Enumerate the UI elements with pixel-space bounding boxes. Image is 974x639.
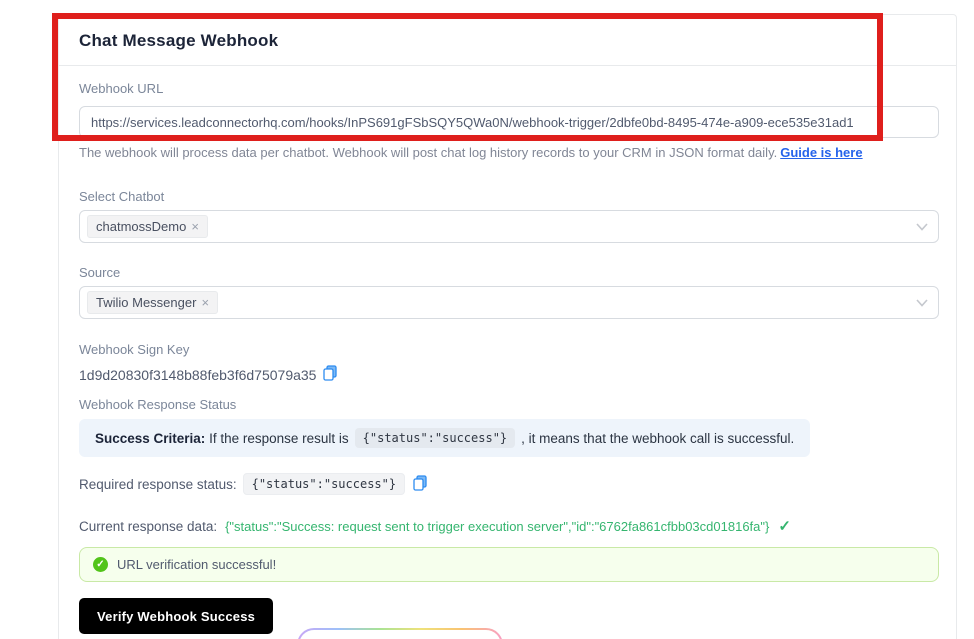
chevron-down-icon: [916, 294, 928, 312]
rainbow-border-element[interactable]: [297, 628, 503, 639]
required-status-code-chip: {"status":"success"}: [242, 473, 406, 495]
source-tag-label: Twilio Messenger: [96, 295, 197, 310]
chatbot-tag: chatmossDemo ×: [87, 215, 208, 238]
remove-chatbot-tag-icon[interactable]: ×: [191, 220, 199, 233]
criteria-code-chip: {"status":"success"}: [354, 428, 516, 448]
chatbot-tag-label: chatmossDemo: [96, 219, 187, 234]
chatbot-select[interactable]: chatmossDemo ×: [79, 210, 939, 243]
webhook-sign-key-label: Webhook Sign Key: [79, 342, 190, 357]
page-title: Chat Message Webhook: [79, 31, 279, 50]
select-chatbot-label: Select Chatbot: [79, 189, 165, 204]
current-response-data-label: Current response data:: [79, 518, 218, 534]
webhook-url-label: Webhook URL: [79, 81, 164, 96]
chat-message-webhook-card: Chat Message Webhook Webhook URL The web…: [58, 14, 957, 639]
required-response-status-label: Required response status:: [79, 476, 237, 492]
url-verification-alert: ✓ URL verification successful!: [79, 547, 939, 582]
current-response-data-value: {"status":"Success: request sent to trig…: [225, 518, 770, 534]
criteria-text-before: If the response result is: [209, 430, 349, 446]
copy-required-status-icon[interactable]: [413, 474, 427, 494]
card-body: Webhook URL The webhook will process dat…: [59, 81, 956, 634]
alert-success-check-icon: ✓: [93, 557, 108, 572]
webhook-url-input[interactable]: [79, 106, 939, 138]
sign-key-row: 1d9d20830f3148b88feb3f6d75079a35: [79, 365, 939, 384]
criteria-text-after: , it means that the webhook call is succ…: [521, 430, 795, 446]
card-header: Chat Message Webhook: [59, 15, 956, 66]
success-criteria-title: Success Criteria:: [95, 430, 206, 446]
copy-sign-key-icon[interactable]: [323, 365, 338, 384]
alert-text: URL verification successful!: [117, 557, 277, 572]
webhook-help-text: The webhook will process data per chatbo…: [79, 144, 939, 162]
current-response-data-row: Current response data: {"status":"Succes…: [79, 517, 939, 535]
required-response-status-row: Required response status: {"status":"suc…: [79, 473, 939, 495]
source-select[interactable]: Twilio Messenger ×: [79, 286, 939, 319]
webhook-settings-page: Chat Message Webhook Webhook URL The web…: [0, 0, 974, 639]
guide-link[interactable]: Guide is here: [780, 145, 862, 160]
remove-source-tag-icon[interactable]: ×: [201, 296, 209, 309]
success-criteria-box: Success Criteria: If the response result…: [79, 419, 811, 457]
sign-key-value: 1d9d20830f3148b88feb3f6d75079a35: [79, 366, 317, 383]
chevron-down-icon: [916, 218, 928, 236]
verify-webhook-success-button[interactable]: Verify Webhook Success: [79, 598, 274, 634]
source-tag: Twilio Messenger ×: [87, 291, 219, 314]
help-text: The webhook will process data per chatbo…: [79, 145, 778, 160]
success-check-icon: ✓: [778, 518, 791, 535]
webhook-response-status-label: Webhook Response Status: [79, 397, 237, 412]
source-label: Source: [79, 265, 121, 280]
